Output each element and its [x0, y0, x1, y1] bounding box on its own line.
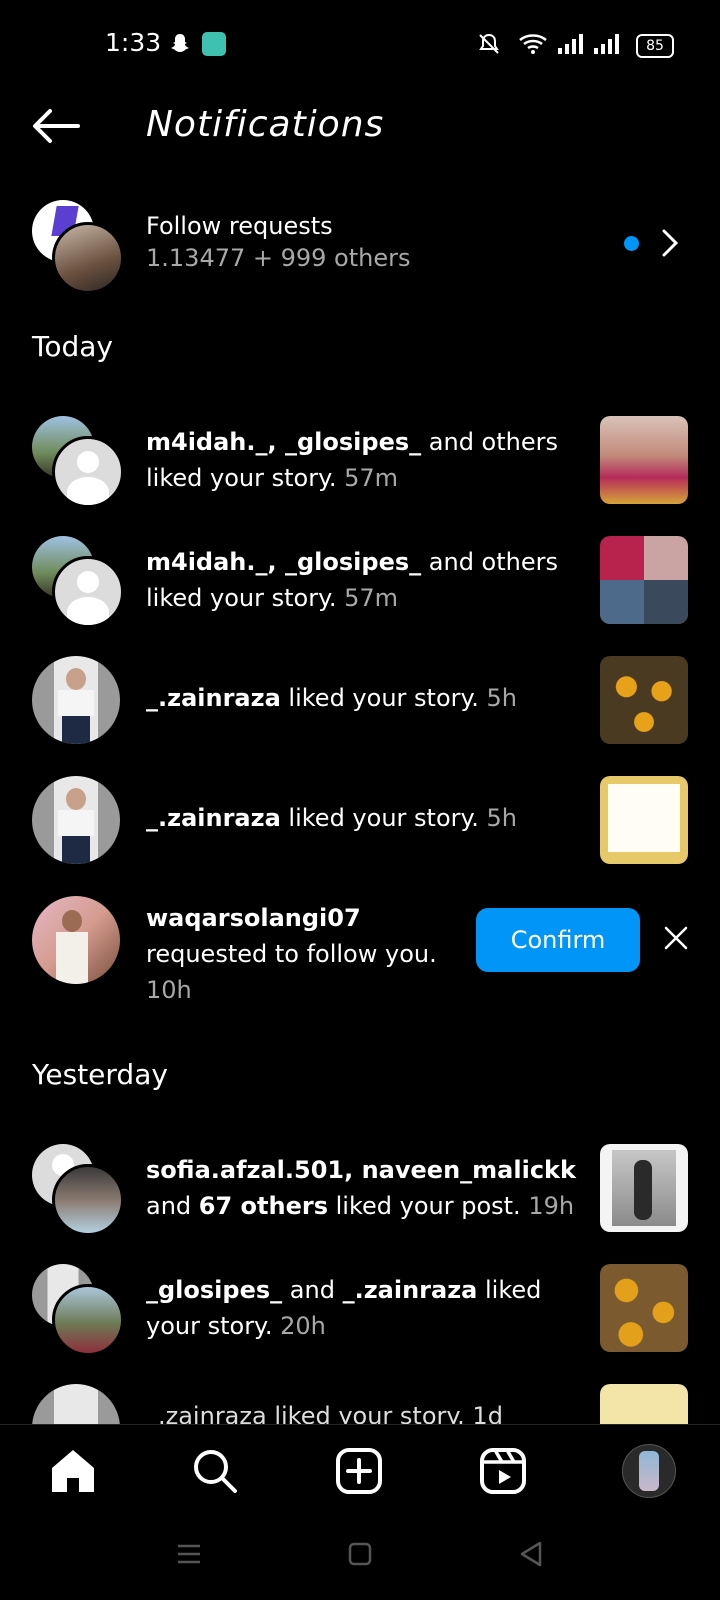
follow-requests-title: Follow requests: [146, 212, 333, 240]
section-yesterday: Yesterday: [32, 1058, 168, 1091]
battery-indicator: 85: [636, 34, 674, 58]
notification-text[interactable]: waqarsolangi07 requested to follow you. …: [146, 900, 466, 1008]
notification-text[interactable]: _.zainraza liked your story. 5h: [146, 680, 576, 716]
notification-avatar[interactable]: [32, 896, 120, 984]
snapchat-icon: [171, 34, 189, 52]
notification-user-a[interactable]: _glosipes_: [146, 1276, 282, 1304]
notification-text[interactable]: sofia.afzal.501, naveen_malickk and 67 o…: [146, 1152, 576, 1224]
post-thumbnail[interactable]: [600, 1144, 688, 1232]
notification-action: liked: [477, 1276, 542, 1304]
notification-action: liked your story.: [280, 804, 487, 832]
recent-apps-icon[interactable]: [176, 1542, 202, 1566]
app-notification-icon: [202, 32, 226, 56]
unread-dot: [624, 236, 639, 251]
signal-icon-2: [594, 34, 619, 54]
notification-time: 20h: [280, 1312, 326, 1340]
default-avatar[interactable]: [52, 556, 124, 628]
follow-request-avatar-front: [52, 222, 124, 294]
story-thumbnail[interactable]: [600, 776, 688, 864]
notification-others-count[interactable]: 67 others: [199, 1192, 328, 1220]
signal-icon-1: [558, 34, 583, 54]
battery-level: 85: [646, 38, 664, 54]
chevron-right-icon: [662, 229, 679, 257]
mute-bell-icon: [479, 33, 499, 54]
notification-action: requested to follow you.: [146, 940, 437, 968]
notification-text[interactable]: _.zainraza liked your story. 5h: [146, 800, 576, 836]
notification-action: and others: [421, 428, 558, 456]
wifi-icon: [519, 34, 547, 54]
notification-avatar[interactable]: [32, 656, 120, 744]
notification-text[interactable]: _glosipes_ and _.zainraza liked your sto…: [146, 1272, 576, 1344]
notification-action: liked your story.: [146, 584, 345, 612]
profile-avatar[interactable]: [622, 1444, 676, 1498]
notification-action: liked your post.: [327, 1192, 529, 1220]
notification-time: 10h: [146, 976, 192, 1004]
notification-avatar[interactable]: [32, 776, 120, 864]
notification-text[interactable]: m4idah._, _glosipes_ and others liked yo…: [146, 544, 576, 616]
home-icon[interactable]: [48, 1446, 98, 1496]
create-post-icon[interactable]: [334, 1446, 384, 1496]
back-arrow-icon[interactable]: [32, 108, 80, 144]
notification-avatar[interactable]: [52, 1284, 124, 1356]
notification-time: 5h: [486, 684, 518, 712]
story-thumbnail[interactable]: [600, 536, 688, 624]
home-square-icon[interactable]: [348, 1542, 372, 1566]
notification-users[interactable]: m4idah._, _glosipes_: [146, 428, 421, 456]
notification-users[interactable]: waqarsolangi07: [146, 904, 361, 932]
close-icon[interactable]: [662, 924, 690, 952]
notification-action: your story.: [146, 1312, 281, 1340]
notification-action: liked your story.: [280, 684, 487, 712]
notification-time: 19h: [528, 1192, 575, 1220]
notification-time: 57m: [344, 584, 399, 612]
notification-user-b[interactable]: _.zainraza: [343, 1276, 478, 1304]
notification-avatar[interactable]: [52, 1164, 124, 1236]
notification-text[interactable]: m4idah._, _glosipes_ and others liked yo…: [146, 424, 576, 496]
notification-action: liked your story.: [146, 464, 345, 492]
notification-action: and others: [421, 548, 558, 576]
notification-time: 57m: [344, 464, 399, 492]
follow-requests-subtitle: 1.13477 + 999 others: [146, 244, 411, 272]
notification-joiner: and: [282, 1276, 343, 1304]
notification-action: and: [146, 1192, 199, 1220]
back-triangle-icon[interactable]: [518, 1540, 544, 1568]
page-title: Notifications: [146, 104, 385, 145]
default-avatar[interactable]: [52, 436, 124, 508]
search-icon[interactable]: [190, 1446, 240, 1496]
notification-users[interactable]: sofia.afzal.501, naveen_malickk: [146, 1156, 576, 1184]
notification-users[interactable]: _.zainraza: [146, 684, 281, 712]
reels-icon[interactable]: [478, 1446, 528, 1496]
section-today: Today: [32, 330, 113, 363]
notification-users[interactable]: _.zainraza: [146, 804, 281, 832]
status-time: 1:33: [105, 28, 162, 57]
confirm-button[interactable]: Confirm: [476, 908, 640, 972]
notification-users[interactable]: m4idah._, _glosipes_: [146, 548, 421, 576]
story-thumbnail[interactable]: [600, 1264, 688, 1352]
story-thumbnail[interactable]: [600, 416, 688, 504]
story-thumbnail[interactable]: [600, 656, 688, 744]
notification-time: 5h: [486, 804, 518, 832]
